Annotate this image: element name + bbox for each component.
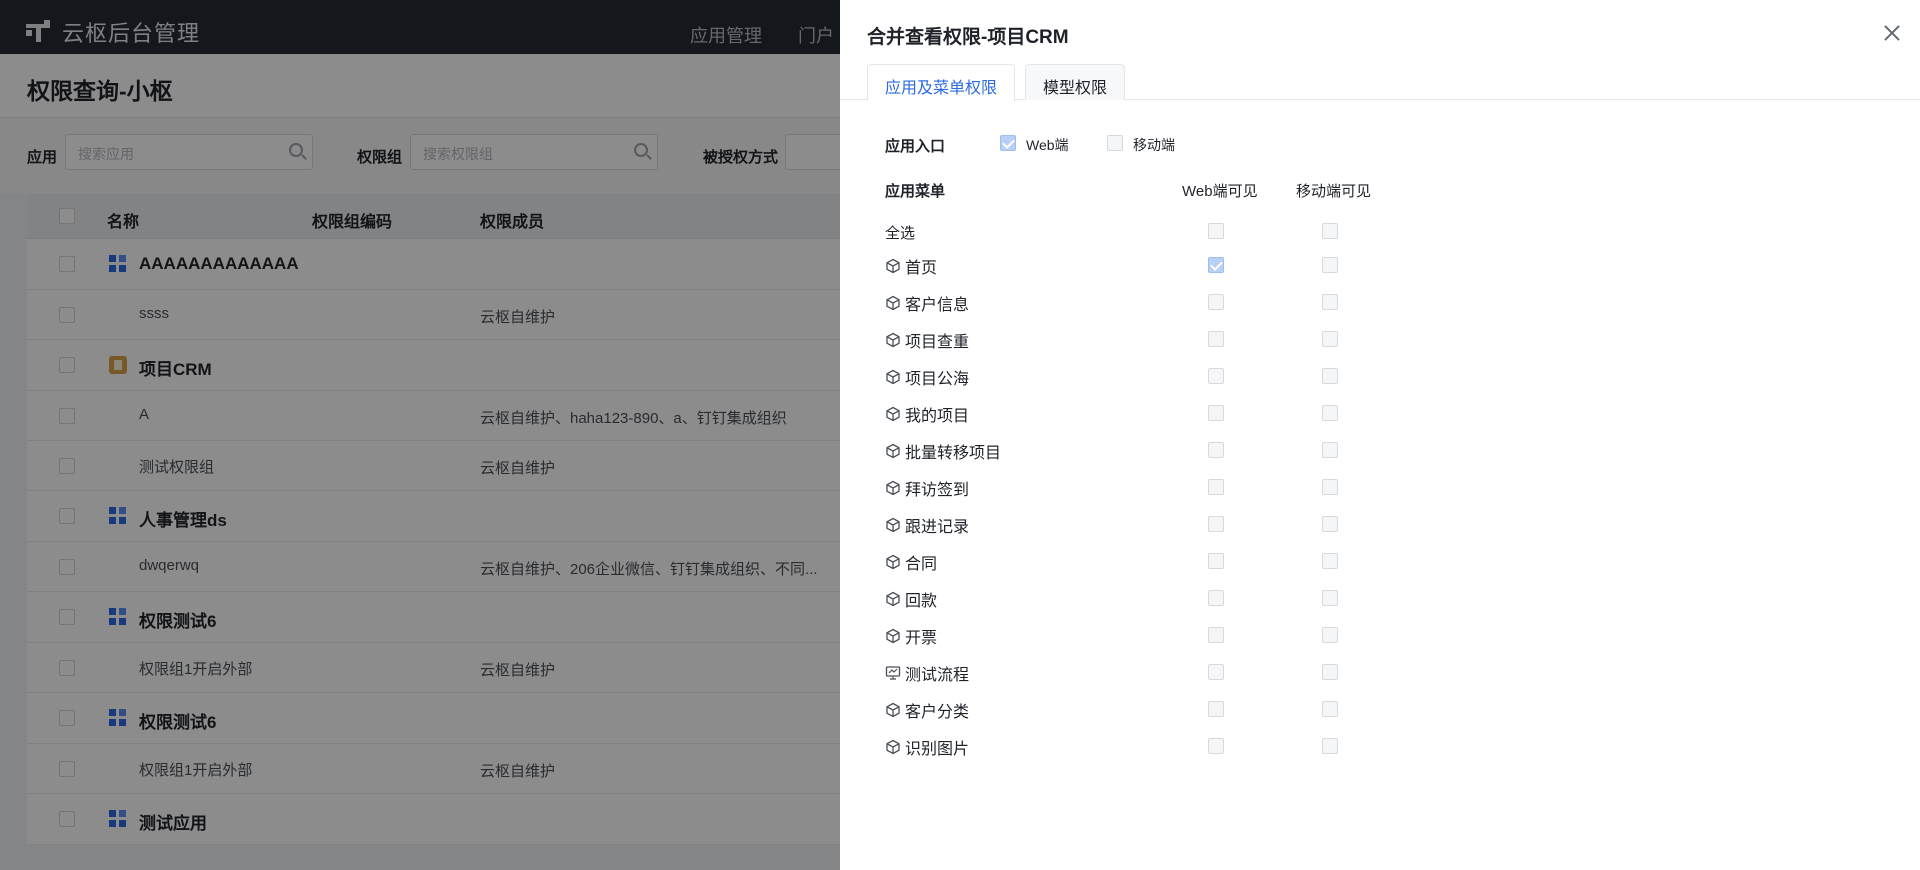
mobile-visible-checkbox[interactable]: [1322, 553, 1338, 569]
menu-item: 回款: [885, 588, 937, 610]
mobile-visible-checkbox[interactable]: [1322, 331, 1338, 347]
menu-item-label: 识别图片: [905, 741, 970, 758]
menu-item: 拜访签到: [885, 477, 969, 499]
mobile-visible-checkbox[interactable]: [1322, 368, 1338, 384]
mobile-visible-checkbox[interactable]: [1322, 590, 1338, 606]
menu-item-label: 项目公海: [905, 371, 970, 388]
cube-icon: [885, 406, 901, 422]
mobile-entry-checkbox[interactable]: [1107, 135, 1123, 151]
menu-item: 项目公海: [885, 366, 969, 388]
menu-item: 批量转移项目: [885, 440, 1001, 462]
drawer-title: 合并查看权限-项目CRM: [867, 27, 1069, 48]
cube-icon: [885, 332, 901, 348]
mobile-entry-label: 移动端: [1133, 137, 1175, 153]
menu-item: 客户分类: [885, 699, 969, 721]
cube-icon: [885, 443, 901, 459]
web-visible-column-header: Web端可见: [1182, 183, 1258, 200]
app-menu-label: 应用菜单: [885, 183, 946, 200]
menu-item-label: 首页: [905, 260, 938, 277]
select-all-label: 全选: [885, 225, 916, 242]
web-visible-checkbox[interactable]: [1208, 627, 1224, 643]
menu-item-label: 回款: [905, 593, 938, 610]
mobile-visible-checkbox[interactable]: [1322, 627, 1338, 643]
close-icon[interactable]: [1881, 22, 1903, 44]
menu-item: 合同: [885, 551, 937, 573]
mobile-visible-checkbox[interactable]: [1322, 257, 1338, 273]
mobile-visible-checkbox[interactable]: [1322, 664, 1338, 680]
mobile-visible-column-header: 移动端可见: [1296, 183, 1372, 200]
cube-icon: [885, 739, 901, 755]
menu-item-label: 跟进记录: [905, 519, 970, 536]
select-all-mobile-checkbox[interactable]: [1322, 223, 1338, 239]
web-visible-checkbox[interactable]: [1208, 331, 1224, 347]
web-visible-checkbox[interactable]: [1208, 479, 1224, 495]
cube-icon: [885, 517, 901, 533]
menu-item-label: 合同: [905, 556, 938, 573]
cube-icon: [885, 258, 901, 274]
menu-item-label: 批量转移项目: [905, 445, 1002, 462]
menu-item: 客户信息: [885, 292, 969, 314]
menu-item: 我的项目: [885, 403, 969, 425]
menu-item-label: 测试流程: [905, 667, 970, 684]
web-visible-checkbox[interactable]: [1208, 738, 1224, 754]
menu-item: 项目查重: [885, 329, 969, 351]
web-entry-checkbox[interactable]: [1000, 135, 1016, 151]
web-visible-checkbox[interactable]: [1208, 442, 1224, 458]
web-visible-checkbox[interactable]: [1208, 257, 1224, 273]
menu-item: 开票: [885, 625, 937, 647]
web-visible-checkbox[interactable]: [1208, 516, 1224, 532]
cube-icon: [885, 369, 901, 385]
menu-item: 跟进记录: [885, 514, 969, 536]
cube-icon: [885, 628, 901, 644]
mobile-visible-checkbox[interactable]: [1322, 516, 1338, 532]
tab-app-menu-permission[interactable]: 应用及菜单权限: [867, 64, 1016, 101]
web-visible-checkbox[interactable]: [1208, 294, 1224, 310]
mobile-visible-checkbox[interactable]: [1322, 405, 1338, 421]
menu-item: 首页: [885, 255, 937, 277]
web-visible-checkbox[interactable]: [1208, 664, 1224, 680]
menu-item-label: 项目查重: [905, 334, 970, 351]
cube-icon: [885, 295, 901, 311]
cube-icon: [885, 591, 901, 607]
cube-icon: [885, 702, 901, 718]
app-entry-label: 应用入口: [885, 138, 946, 155]
permission-drawer: 合并查看权限-项目CRM 应用及菜单权限 模型权限 应用入口 Web端 移动端 …: [840, 0, 1920, 870]
web-visible-checkbox[interactable]: [1208, 701, 1224, 717]
web-visible-checkbox[interactable]: [1208, 405, 1224, 421]
web-entry-label: Web端: [1026, 137, 1069, 153]
tab-model-permission[interactable]: 模型权限: [1025, 64, 1126, 100]
cube-icon: [885, 480, 901, 496]
cube-icon: [885, 554, 901, 570]
mobile-visible-checkbox[interactable]: [1322, 701, 1338, 717]
menu-item-label: 我的项目: [905, 408, 970, 425]
drawer-tabs: 应用及菜单权限 模型权限: [840, 64, 1920, 101]
web-visible-checkbox[interactable]: [1208, 553, 1224, 569]
menu-item: 测试流程: [885, 662, 969, 684]
mobile-visible-checkbox[interactable]: [1322, 442, 1338, 458]
mobile-visible-checkbox[interactable]: [1322, 294, 1338, 310]
web-visible-checkbox[interactable]: [1208, 368, 1224, 384]
menu-item-label: 拜访签到: [905, 482, 970, 499]
workflow-icon: [885, 665, 901, 681]
mobile-visible-checkbox[interactable]: [1322, 479, 1338, 495]
web-visible-checkbox[interactable]: [1208, 590, 1224, 606]
select-all-web-checkbox[interactable]: [1208, 223, 1224, 239]
menu-item-label: 客户分类: [905, 704, 970, 721]
mobile-visible-checkbox[interactable]: [1322, 738, 1338, 754]
menu-item: 识别图片: [885, 736, 969, 758]
menu-item-label: 客户信息: [905, 297, 970, 314]
menu-item-label: 开票: [905, 630, 938, 647]
